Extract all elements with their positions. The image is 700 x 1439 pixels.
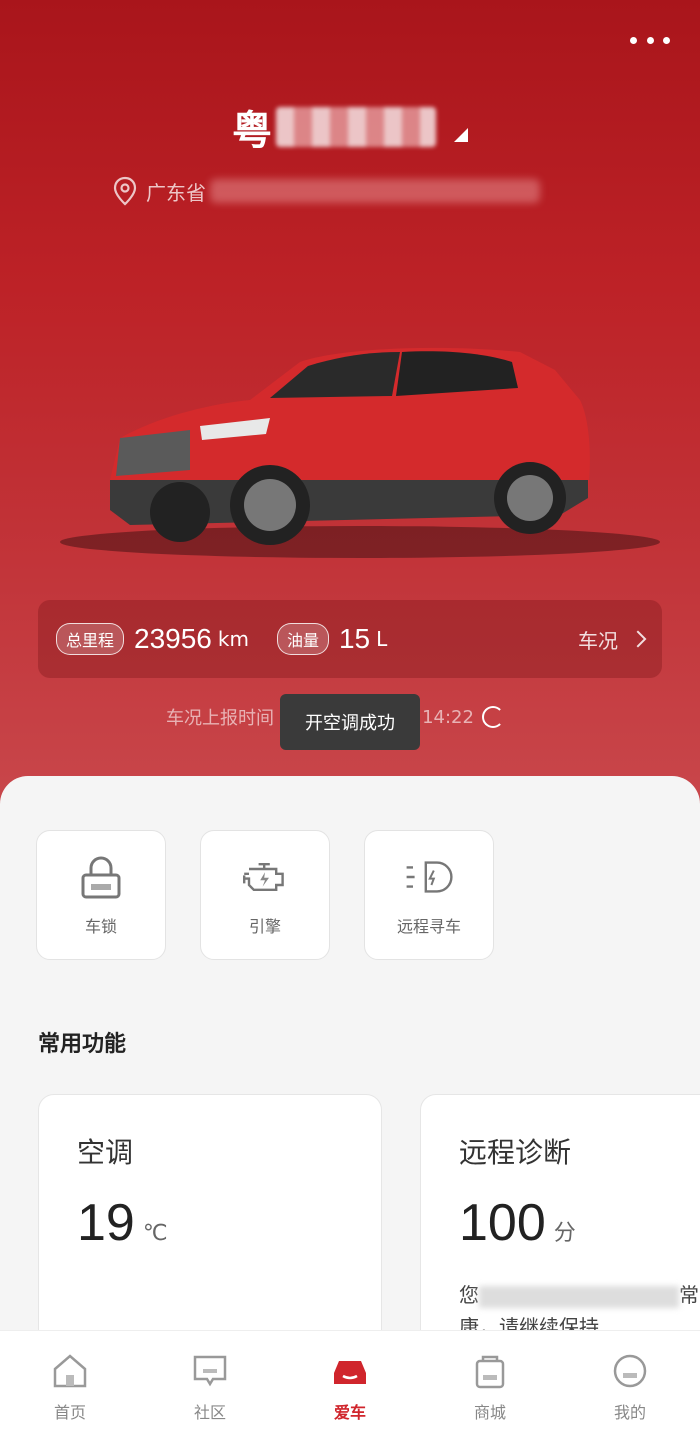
- profile-icon: [613, 1354, 647, 1388]
- fuel-label: 油量: [276, 623, 329, 655]
- find-car-label: 远程寻车: [396, 917, 461, 936]
- location-province: 广东省: [146, 180, 206, 205]
- ac-title: 空调: [77, 1136, 134, 1169]
- tab-profile-label: 我的: [613, 1403, 646, 1422]
- tab-community-label: 社区: [193, 1403, 226, 1422]
- report-time-label: 车况上报时间: [166, 708, 274, 729]
- diagnosis-score-value: 100: [459, 1194, 546, 1252]
- mileage-label: 总里程: [56, 623, 125, 655]
- engine-button[interactable]: 引擎: [200, 830, 330, 960]
- vehicle-status-label: 车况: [578, 628, 618, 653]
- tab-community[interactable]: 社区: [140, 1331, 280, 1439]
- vehicle-hero: 粤 广东省 总里程 23956 km 油量 15 L 车况 车况上报时间:14…: [0, 0, 700, 820]
- headlight-icon: [406, 861, 453, 893]
- section-title: 常用功能: [38, 1032, 127, 1057]
- toast-message: 开空调成功: [280, 694, 420, 750]
- ac-temp-value: 19: [77, 1194, 135, 1252]
- engine-icon: [243, 863, 284, 891]
- bottom-tab-bar: 首页 社区 爱车 商城 我的: [0, 1330, 700, 1439]
- diagnosis-title: 远程诊断: [459, 1136, 572, 1169]
- dropdown-caret-icon: [454, 128, 468, 142]
- report-time-value: :14:22: [416, 706, 474, 728]
- diagnosis-desc-redacted: [479, 1285, 679, 1308]
- license-plate-selector[interactable]: 粤: [232, 98, 468, 156]
- diagnosis-desc-start: 您: [459, 1283, 479, 1307]
- control-panel: 车锁 引擎 远程寻车 常用功能 空调 19 ℃ 远程诊断 100 分 您 常 康…: [0, 776, 700, 1354]
- lock-label: 车锁: [84, 917, 117, 936]
- chevron-right-icon: [629, 630, 647, 648]
- quick-actions: 车锁 引擎 远程寻车: [36, 830, 494, 960]
- diagnosis-desc-end: 常: [679, 1283, 699, 1307]
- ac-temp-unit: ℃: [142, 1221, 168, 1246]
- diagnosis-score-unit: 分: [553, 1221, 576, 1246]
- lock-icon: [81, 856, 121, 899]
- tab-car[interactable]: 爱车: [280, 1331, 420, 1439]
- community-icon: [193, 1355, 227, 1387]
- lock-button[interactable]: 车锁: [36, 830, 166, 960]
- refresh-icon[interactable]: [481, 706, 504, 728]
- ac-card[interactable]: 空调 19 ℃: [38, 1094, 382, 1354]
- tab-home-label: 首页: [53, 1403, 86, 1422]
- shop-icon: [475, 1355, 505, 1389]
- ac-temperature: 19 ℃: [77, 1193, 168, 1253]
- fuel-value: 15: [338, 623, 371, 654]
- diagnosis-card[interactable]: 远程诊断 100 分 您常 康，请继续保持: [420, 1094, 700, 1354]
- find-car-button[interactable]: 远程寻车: [364, 830, 494, 960]
- location-pin-icon: [113, 176, 137, 206]
- mileage-value: 23956: [134, 623, 212, 654]
- mileage-unit: km: [217, 627, 249, 651]
- tab-shop-label: 商城: [473, 1403, 506, 1422]
- plate-prefix: 粤: [232, 108, 272, 154]
- vehicle-location: 广东省: [112, 176, 540, 206]
- tab-profile[interactable]: 我的: [560, 1331, 700, 1439]
- tab-shop[interactable]: 商城: [420, 1331, 560, 1439]
- car-image: [60, 347, 660, 558]
- car-icon: [334, 1361, 366, 1384]
- diagnosis-score: 100 分: [459, 1193, 576, 1253]
- plate-number-redacted: [276, 107, 436, 147]
- location-address-redacted: [210, 179, 540, 203]
- vehicle-status-link[interactable]: 车况: [578, 625, 647, 654]
- home-icon: [53, 1354, 87, 1388]
- more-menu-button[interactable]: [630, 30, 670, 50]
- tab-car-label: 爱车: [333, 1403, 366, 1422]
- fuel-unit: L: [376, 627, 388, 651]
- engine-label: 引擎: [248, 917, 281, 936]
- vehicle-stats-bar: 总里程 23956 km 油量 15 L 车况: [38, 600, 662, 678]
- tab-home[interactable]: 首页: [0, 1331, 140, 1439]
